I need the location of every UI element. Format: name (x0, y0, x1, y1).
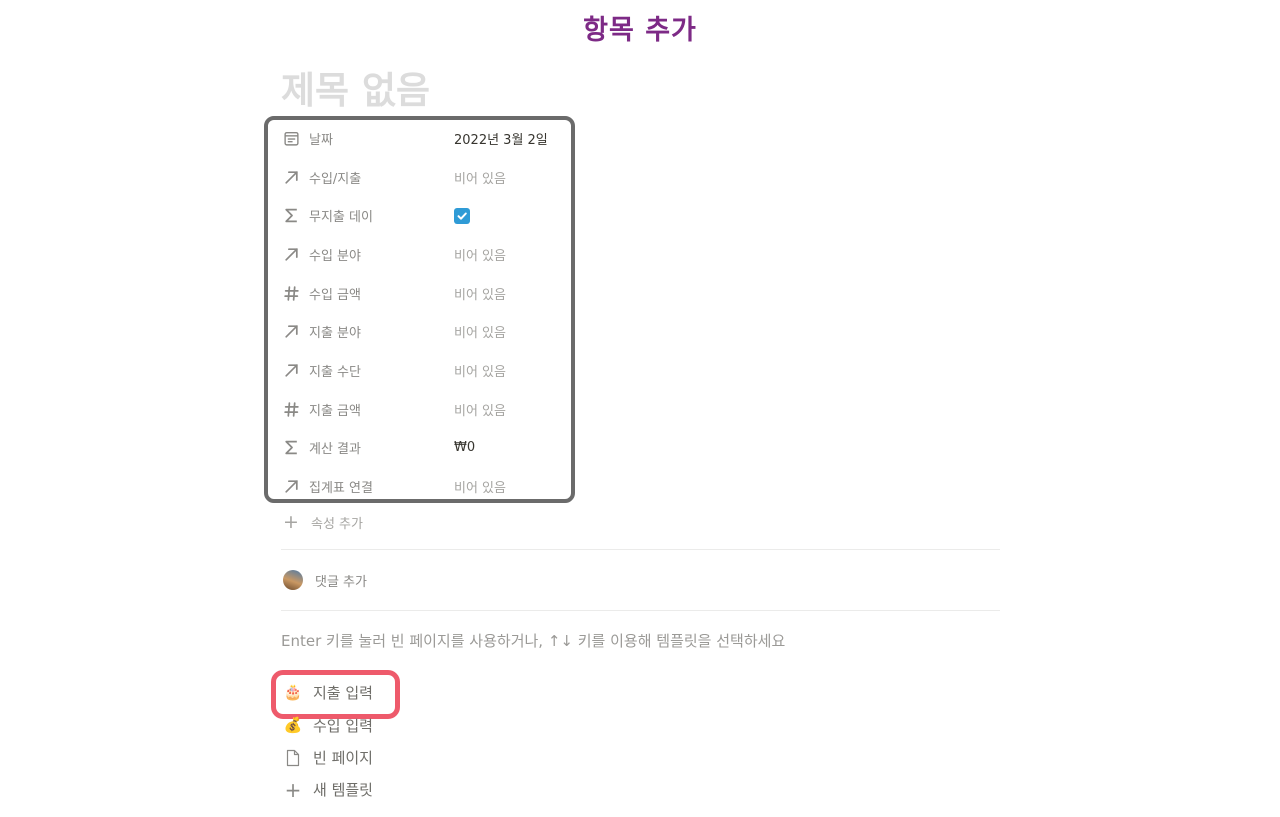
property-name[interactable]: 수입 금액 (281, 283, 454, 303)
property-value[interactable]: 비어 있음 (454, 477, 506, 496)
property-row[interactable]: 수입 분야 비어 있음 (281, 235, 571, 274)
property-name[interactable]: 계산 결과 (281, 438, 454, 458)
property-row[interactable]: 계산 결과 ₩0 (281, 429, 571, 468)
sigma-icon (281, 438, 301, 458)
divider (281, 610, 1000, 611)
property-name[interactable]: 무지출 데이 (281, 206, 454, 226)
relation-arrow-icon (281, 360, 301, 380)
property-label: 수입 분야 (309, 248, 361, 264)
cake-icon: 🎂 (283, 683, 303, 701)
property-label: 지출 수단 (309, 364, 361, 380)
property-value[interactable]: 비어 있음 (454, 361, 506, 380)
avatar (283, 570, 303, 590)
property-row[interactable]: 수입/지출 비어 있음 (281, 158, 571, 197)
relation-arrow-icon (281, 322, 301, 342)
blank-page-icon (283, 748, 303, 768)
calendar-icon (281, 128, 301, 148)
property-label: 수입 금액 (309, 287, 361, 303)
plus-icon: + (283, 511, 299, 533)
property-label: 날짜 (309, 132, 333, 148)
property-name[interactable]: 수입 분야 (281, 244, 454, 264)
property-label: 지출 분야 (309, 326, 361, 342)
property-checkbox[interactable] (454, 207, 470, 224)
template-label: 새 템플릿 (313, 781, 373, 799)
property-value[interactable]: 2022년 3월 2일 (454, 129, 548, 148)
add-property-label: 속성 추가 (311, 517, 363, 532)
property-name[interactable]: 수입/지출 (281, 167, 454, 187)
template-item[interactable]: + 새 템플릿 (283, 779, 373, 800)
comment-placeholder: 댓글 추가 (315, 574, 367, 590)
properties-list: 날짜 2022년 3월 2일 수입/지출 비어 있음 무지출 데이 수입 분야 비어 있음 수… (281, 119, 571, 506)
comment-input[interactable]: 댓글 추가 (283, 570, 367, 590)
relation-arrow-icon (281, 167, 301, 187)
property-row[interactable]: 지출 분야 비어 있음 (281, 312, 571, 351)
property-label: 지출 금액 (309, 403, 361, 419)
property-label: 계산 결과 (309, 442, 361, 458)
property-value[interactable]: 비어 있음 (454, 322, 506, 341)
sigma-icon (281, 206, 301, 226)
page-title[interactable]: 제목 없음 (281, 60, 430, 114)
property-label: 집계표 연결 (309, 481, 373, 497)
property-label: 무지출 데이 (309, 210, 373, 226)
property-value[interactable]: 비어 있음 (454, 245, 506, 264)
property-name[interactable]: 지출 수단 (281, 360, 454, 380)
header-caption: 항목 추가 (583, 15, 697, 46)
template-label: 수입 입력 (313, 717, 373, 735)
property-row[interactable]: 지출 수단 비어 있음 (281, 351, 571, 390)
relation-arrow-icon (281, 244, 301, 264)
property-row[interactable]: 날짜 2022년 3월 2일 (281, 119, 571, 158)
template-item[interactable]: 💰 수입 입력 (283, 715, 373, 736)
property-value[interactable]: 비어 있음 (454, 284, 506, 303)
template-hint: Enter 키를 눌러 빈 페이지를 사용하거나, ↑↓ 키를 이용해 템플릿을… (281, 632, 786, 650)
plus-icon: + (284, 777, 302, 802)
template-item[interactable]: 🎂 지출 입력 (283, 682, 373, 703)
property-label: 수입/지출 (309, 171, 362, 187)
check-icon (457, 212, 467, 220)
property-row[interactable]: 지출 금액 비어 있음 (281, 390, 571, 429)
add-property-button[interactable]: + 속성 추가 (283, 511, 363, 533)
divider (281, 549, 1000, 550)
property-name[interactable]: 지출 분야 (281, 322, 454, 342)
property-row[interactable]: 수입 금액 비어 있음 (281, 274, 571, 313)
relation-arrow-icon (281, 477, 301, 497)
property-name[interactable]: 지출 금액 (281, 399, 454, 419)
template-label: 지출 입력 (313, 684, 373, 702)
property-name[interactable]: 집계표 연결 (281, 477, 454, 497)
property-value[interactable]: ₩0 (454, 440, 475, 455)
hash-icon (281, 283, 301, 303)
property-row[interactable]: 집계표 연결 비어 있음 (281, 467, 571, 506)
template-label: 빈 페이지 (313, 749, 373, 767)
template-item[interactable]: 빈 페이지 (283, 747, 373, 768)
property-value[interactable]: 비어 있음 (454, 400, 506, 419)
money-bag-icon: 💰 (283, 716, 303, 734)
property-value[interactable]: 비어 있음 (454, 168, 506, 187)
hash-icon (281, 399, 301, 419)
property-row[interactable]: 무지출 데이 (281, 196, 571, 235)
property-name[interactable]: 날짜 (281, 128, 454, 148)
